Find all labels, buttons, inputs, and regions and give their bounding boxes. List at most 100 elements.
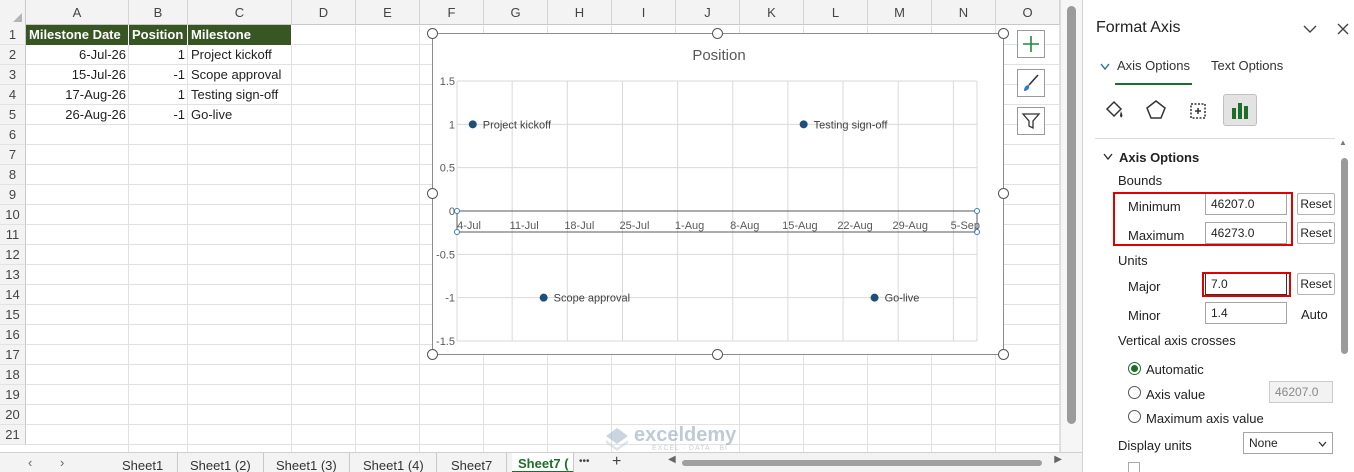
cell-date[interactable]: 17-Aug-26 bbox=[26, 85, 129, 105]
row-header[interactable]: 19 bbox=[0, 385, 26, 405]
row-header[interactable]: 9 bbox=[0, 185, 26, 205]
chart-resize-handle[interactable] bbox=[712, 349, 723, 360]
column-header[interactable]: K bbox=[740, 0, 804, 25]
header-cell-milestone[interactable]: Milestone bbox=[188, 25, 292, 45]
column-header[interactable]: C bbox=[188, 0, 292, 25]
row-header[interactable]: 3 bbox=[0, 65, 26, 85]
tab-text-options[interactable]: Text Options bbox=[1211, 58, 1283, 73]
chart-resize-handle[interactable] bbox=[427, 28, 438, 39]
sheet-tab[interactable]: Sheet1 (4) bbox=[357, 453, 437, 472]
minor-input[interactable]: 1.4 bbox=[1205, 302, 1287, 324]
data-label[interactable]: Project kickoff bbox=[483, 119, 552, 131]
row-header[interactable]: 15 bbox=[0, 305, 26, 325]
column-header[interactable]: G bbox=[484, 0, 548, 25]
chart-resize-handle[interactable] bbox=[998, 349, 1009, 360]
data-label[interactable]: Scope approval bbox=[554, 293, 630, 305]
row-header[interactable]: 2 bbox=[0, 45, 26, 65]
row-header[interactable]: 21 bbox=[0, 425, 26, 445]
chart-styles-button[interactable] bbox=[1017, 69, 1045, 97]
chart-filters-button[interactable] bbox=[1017, 107, 1045, 135]
row-header[interactable]: 12 bbox=[0, 245, 26, 265]
row-header[interactable]: 18 bbox=[0, 365, 26, 385]
axis-value-label[interactable]: Axis value bbox=[1146, 387, 1205, 402]
chart-resize-handle[interactable] bbox=[998, 28, 1009, 39]
row-header[interactable]: 10 bbox=[0, 205, 26, 225]
chart-title[interactable]: Position bbox=[692, 47, 745, 64]
more-sheets-button[interactable]: ••• bbox=[579, 456, 590, 467]
column-header[interactable]: F bbox=[420, 0, 484, 25]
sheet-tab[interactable]: Sheet1 bbox=[116, 453, 178, 472]
chevron-down-icon[interactable] bbox=[1303, 24, 1317, 34]
column-header[interactable]: H bbox=[548, 0, 612, 25]
cell-position[interactable]: 1 bbox=[129, 85, 188, 105]
column-header[interactable]: L bbox=[804, 0, 868, 25]
tab-axis-options[interactable]: Axis Options bbox=[1115, 58, 1192, 85]
scroll-tabs-right-icon[interactable]: › bbox=[60, 455, 64, 470]
maximum-reset-button[interactable]: Reset bbox=[1297, 222, 1335, 244]
cell-milestone[interactable]: Scope approval bbox=[188, 65, 292, 85]
cell-date[interactable]: 6-Jul-26 bbox=[26, 45, 129, 65]
data-label[interactable]: Testing sign-off bbox=[814, 119, 889, 131]
select-all-corner[interactable] bbox=[0, 0, 26, 25]
sheet-tab[interactable]: Sheet1 (2) bbox=[184, 453, 264, 472]
scrollbar-thumb[interactable] bbox=[1067, 6, 1076, 424]
row-header[interactable]: 13 bbox=[0, 265, 26, 285]
scroll-tabs-left-icon[interactable]: ‹ bbox=[28, 455, 32, 470]
column-header[interactable]: B bbox=[129, 0, 188, 25]
chart-resize-handle[interactable] bbox=[427, 349, 438, 360]
row-header[interactable]: 4 bbox=[0, 85, 26, 105]
chart-elements-button[interactable] bbox=[1017, 30, 1045, 58]
row-header[interactable]: 5 bbox=[0, 105, 26, 125]
sheet-tab[interactable]: Sheet1 (3) bbox=[270, 453, 350, 472]
row-header[interactable]: 20 bbox=[0, 405, 26, 425]
add-sheet-button[interactable]: + bbox=[612, 453, 621, 471]
row-header[interactable]: 6 bbox=[0, 125, 26, 145]
axis-value-input[interactable]: 46207.0 bbox=[1269, 381, 1333, 403]
maximum-axis-value-label[interactable]: Maximum axis value bbox=[1146, 411, 1264, 426]
column-header[interactable]: I bbox=[612, 0, 676, 25]
data-point[interactable] bbox=[539, 293, 548, 302]
row-header[interactable]: 14 bbox=[0, 285, 26, 305]
sheet-tab-active[interactable]: Sheet7 ( bbox=[512, 453, 574, 472]
cell-date[interactable]: 26-Aug-26 bbox=[26, 105, 129, 125]
data-point[interactable] bbox=[468, 120, 477, 129]
chart-resize-handle[interactable] bbox=[427, 188, 438, 199]
row-header[interactable]: 7 bbox=[0, 145, 26, 165]
cell-position[interactable]: 1 bbox=[129, 45, 188, 65]
radio-axis-value[interactable] bbox=[1128, 386, 1141, 399]
chart-resize-handle[interactable] bbox=[998, 188, 1009, 199]
cell-milestone[interactable]: Project kickoff bbox=[188, 45, 292, 65]
effects-tab[interactable] bbox=[1139, 94, 1173, 126]
axis-handle[interactable] bbox=[974, 208, 980, 214]
scroll-right-icon[interactable]: ▶ bbox=[1054, 454, 1062, 465]
chart-resize-handle[interactable] bbox=[712, 28, 723, 39]
pane-scrollbar[interactable]: ▲ bbox=[1339, 138, 1349, 472]
column-header[interactable]: E bbox=[356, 0, 420, 25]
cell-position[interactable]: -1 bbox=[129, 65, 188, 85]
vertical-scrollbar[interactable] bbox=[1060, 0, 1082, 452]
chevron-down-icon[interactable] bbox=[1103, 153, 1113, 161]
scrollbar-thumb[interactable] bbox=[1341, 158, 1348, 354]
fill-line-tab[interactable] bbox=[1097, 94, 1131, 126]
column-header[interactable]: J bbox=[676, 0, 740, 25]
header-cell-milestone-date[interactable]: Milestone Date bbox=[26, 25, 129, 45]
major-reset-button[interactable]: Reset bbox=[1297, 273, 1335, 295]
cell-date[interactable]: 15-Jul-26 bbox=[26, 65, 129, 85]
column-header[interactable]: O bbox=[996, 0, 1060, 25]
data-label[interactable]: Go-live bbox=[885, 293, 920, 305]
column-header[interactable]: A bbox=[26, 0, 129, 25]
row-header[interactable]: 8 bbox=[0, 165, 26, 185]
scroll-up-icon[interactable]: ▲ bbox=[1339, 138, 1347, 147]
show-units-checkbox[interactable] bbox=[1128, 462, 1140, 472]
column-header[interactable]: M bbox=[868, 0, 932, 25]
automatic-label[interactable]: Automatic bbox=[1146, 362, 1204, 377]
scrollbar-thumb[interactable] bbox=[682, 460, 1042, 466]
scroll-left-icon[interactable]: ◀ bbox=[668, 454, 676, 465]
row-header[interactable]: 16 bbox=[0, 325, 26, 345]
display-units-select[interactable]: None bbox=[1243, 432, 1333, 454]
column-header[interactable]: D bbox=[292, 0, 356, 25]
data-point[interactable] bbox=[870, 293, 879, 302]
data-point[interactable] bbox=[799, 120, 808, 129]
cell-milestone[interactable]: Go-live bbox=[188, 105, 292, 125]
minimum-reset-button[interactable]: Reset bbox=[1297, 193, 1335, 215]
